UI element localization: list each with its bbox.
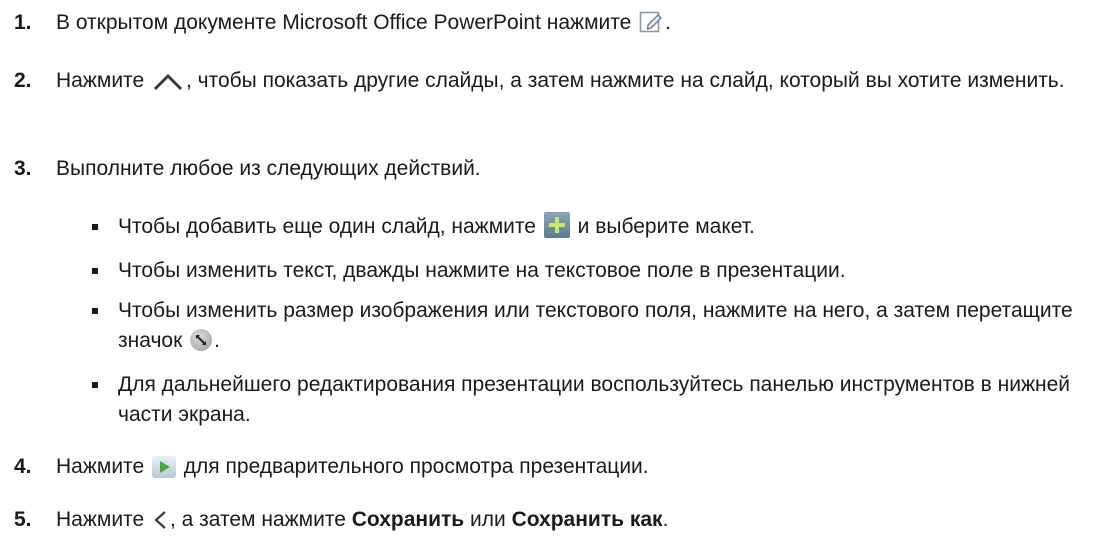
bullet-text: Чтобы изменить размер изображения или те… [118, 296, 1080, 356]
step-text-after: . [665, 11, 671, 34]
step-number: 2. [14, 69, 32, 92]
step-5: 5. Нажмите , а затем нажмите Сохранить и… [14, 505, 1080, 540]
save-as-label: Сохранить как [511, 508, 663, 531]
bullet-text-after: . [214, 329, 220, 352]
bullet-text-after: и выберите макет. [571, 215, 755, 238]
bullet-item: Чтобы изменить текст, дважды нажмите на … [82, 256, 1080, 286]
chevron-up-icon [152, 70, 184, 101]
bullet-text: Чтобы добавить еще один слайд, нажмите и… [118, 212, 1080, 242]
bullet-item: Для дальнейшего редактирования презентац… [82, 370, 1080, 430]
step-text-before: Нажмите [56, 455, 150, 478]
step-text-or: или [464, 508, 512, 531]
bullet-text-before: Чтобы добавить еще один слайд, нажмите [118, 215, 542, 238]
step-text-end: . [662, 508, 669, 531]
chevron-left-icon [152, 509, 168, 540]
bullet-text: Чтобы изменить текст, дважды нажмите на … [118, 259, 846, 282]
bullet-item: Чтобы изменить размер изображения или те… [82, 296, 1080, 356]
step-text-middle: , а затем нажмите [169, 508, 352, 531]
step-number: 5. [14, 508, 32, 531]
play-icon [151, 456, 176, 478]
bullet-text-before: Чтобы изменить размер изображения или те… [118, 299, 1073, 352]
resize-handle-icon [190, 329, 213, 351]
step-1: 1. В открытом документе Microsoft Office… [14, 8, 1080, 43]
step-text-before: В открытом документе Microsoft Office Po… [56, 11, 638, 34]
step-3: 3. Выполните любое из следующих действий… [14, 154, 1080, 184]
step-text: Нажмите для предварительного просмотра п… [56, 452, 1080, 482]
step-number: 4. [14, 455, 32, 478]
bullet-marker [92, 268, 98, 274]
step-number: 3. [14, 157, 32, 180]
step-text-before: Нажмите [56, 69, 150, 92]
edit-icon [639, 10, 663, 43]
save-label: Сохранить [351, 508, 465, 531]
bullet-marker [92, 224, 98, 230]
bullet-item: Чтобы добавить еще один слайд, нажмите и… [82, 212, 1080, 242]
step-text-before: Нажмите [56, 508, 150, 531]
step-text: Нажмите , чтобы показать другие слайды, … [56, 66, 1080, 101]
step-2: 2. Нажмите , чтобы показать другие слайд… [14, 66, 1080, 101]
step-text: В открытом документе Microsoft Office Po… [56, 8, 1080, 43]
step-text-after: , чтобы показать другие слайды, а затем … [185, 69, 1065, 92]
bullet-text: Для дальнейшего редактирования презентац… [118, 373, 1071, 426]
step-text-after: для предварительного просмотра презентац… [177, 455, 649, 478]
bullet-marker [92, 382, 98, 388]
step-4: 4. Нажмите для предварительного просмотр… [14, 452, 1080, 482]
step-text: Выполните любое из следующих действий. [56, 157, 481, 180]
step-text: Нажмите , а затем нажмите Сохранить или … [56, 505, 1080, 540]
bullet-marker [92, 308, 98, 314]
step-number: 1. [14, 11, 32, 34]
instructions-document: 1. В открытом документе Microsoft Office… [0, 0, 1100, 548]
add-slide-icon [543, 212, 570, 238]
